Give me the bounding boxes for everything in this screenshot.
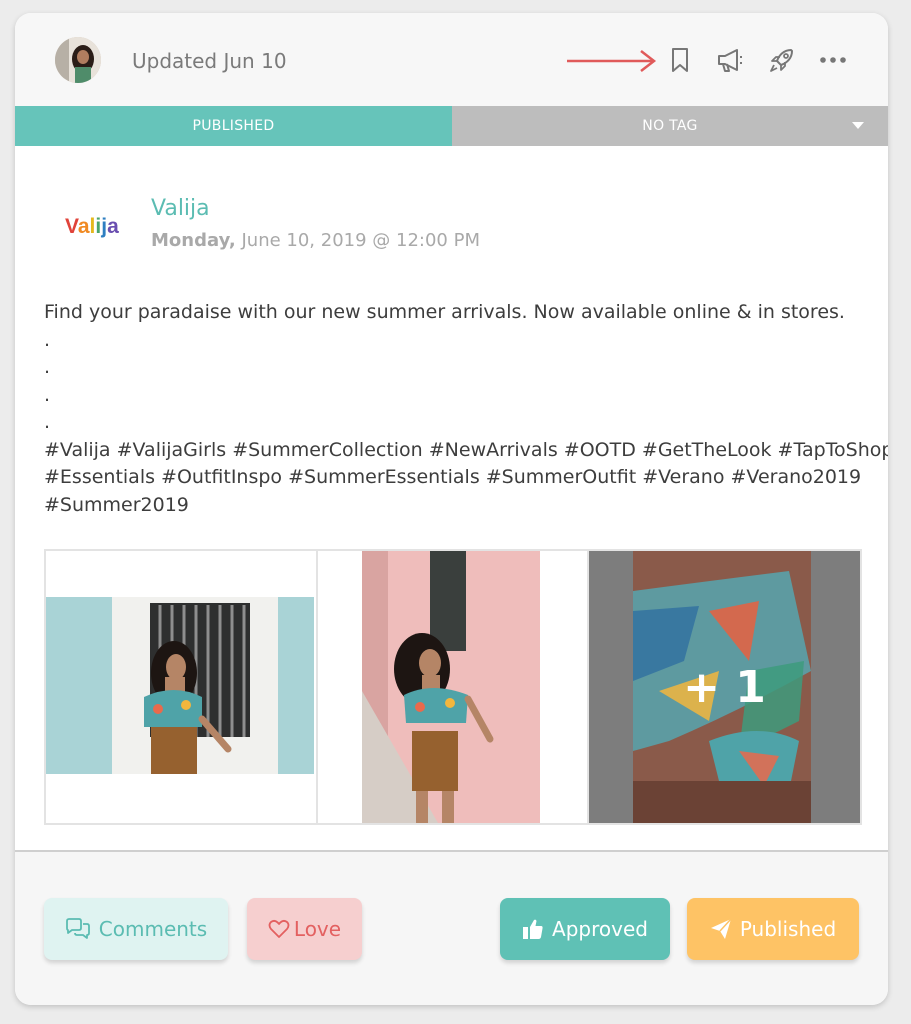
bookmark-icon[interactable] (665, 45, 695, 75)
gallery-image-1[interactable] (46, 551, 316, 823)
brand-name[interactable]: Valija (151, 196, 210, 221)
post-caption: Find your paradaise with our new summer … (44, 299, 888, 519)
comments-icon (65, 918, 90, 939)
tag-dropdown-label: NO TAG (642, 118, 698, 134)
comments-button[interactable]: Comments (44, 898, 228, 960)
action-footer: Comments Love Approved Published (15, 852, 888, 1005)
megaphone-icon[interactable] (715, 45, 745, 75)
post-date: Monday, June 10, 2019 @ 12:00 PM (151, 230, 480, 251)
caption-line: . (44, 383, 51, 406)
approved-button[interactable]: Approved (500, 898, 670, 960)
caption-line: #Essentials #OutfitInspo #SummerEssentia… (44, 466, 862, 488)
more-images-overlay[interactable]: + 1 (589, 551, 860, 823)
published-status-tab[interactable]: PUBLISHED (15, 106, 452, 146)
caption-line: Find your paradaise with our new summer … (44, 301, 845, 323)
avatar[interactable] (55, 37, 101, 83)
caret-down-icon (852, 122, 864, 129)
gallery-image-3[interactable]: + 1 (589, 551, 860, 823)
approved-label: Approved (552, 917, 648, 941)
love-button[interactable]: Love (247, 898, 362, 960)
published-button[interactable]: Published (687, 898, 859, 960)
post-card: Updated Jun 10 PUBLISHED NO TAG Valija V… (15, 13, 888, 1005)
image-gallery: + 1 (44, 549, 862, 825)
caption-line: . (44, 356, 51, 378)
rocket-icon[interactable] (767, 45, 797, 75)
heart-icon (268, 919, 290, 938)
more-icon[interactable] (818, 45, 848, 75)
brand-logo: Valija (65, 215, 119, 238)
caption-line: . (44, 328, 51, 351)
published-label: Published (739, 917, 837, 941)
love-label: Love (293, 917, 342, 941)
paper-plane-icon (710, 918, 732, 939)
post-date-day: Monday, (151, 230, 236, 251)
status-bar: PUBLISHED NO TAG (15, 106, 888, 146)
thumbs-up-icon (523, 919, 543, 939)
annotation-arrow (567, 50, 657, 72)
caption-line: #Summer2019 (44, 493, 189, 516)
comments-label: Comments (98, 917, 208, 941)
caption-line: . (44, 411, 51, 433)
gallery-image-2[interactable] (318, 551, 587, 823)
card-header: Updated Jun 10 (15, 13, 888, 106)
updated-timestamp: Updated Jun 10 (132, 49, 287, 73)
post-date-rest: June 10, 2019 @ 12:00 PM (241, 230, 480, 251)
tag-dropdown[interactable]: NO TAG (452, 106, 888, 146)
caption-line: #Valija #ValijaGirls #SummerCollection #… (44, 438, 888, 461)
